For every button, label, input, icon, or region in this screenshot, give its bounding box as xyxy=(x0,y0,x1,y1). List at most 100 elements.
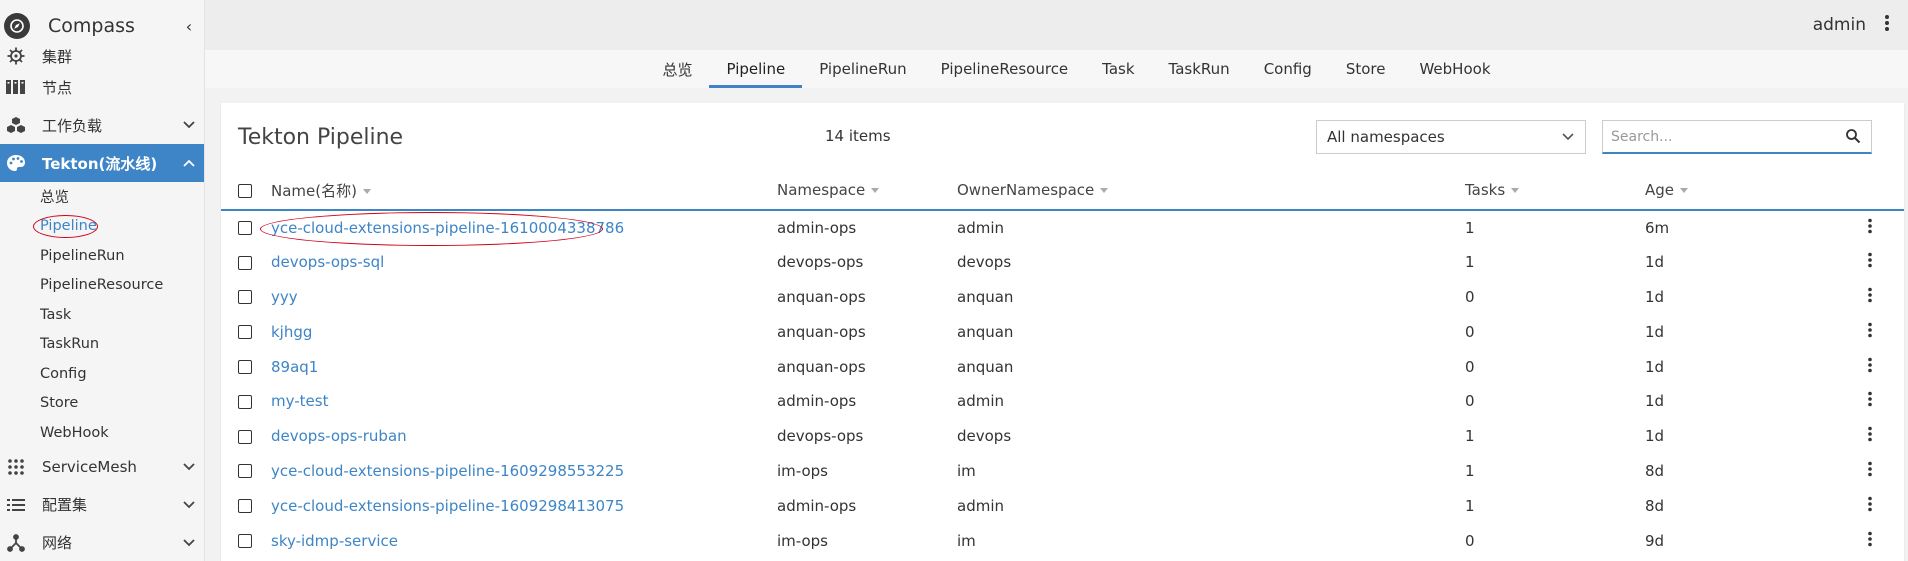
row-actions-cell xyxy=(1835,245,1904,280)
pipeline-name-link[interactable]: 89aq1 xyxy=(271,358,318,376)
column-header-ownernamespace[interactable]: OwnerNamespace xyxy=(957,171,1465,210)
tab-task[interactable]: Task xyxy=(1085,50,1151,88)
select-all-cell xyxy=(221,171,271,210)
sidebar-item-label: Tekton(流水线) xyxy=(42,154,158,173)
search-icon[interactable] xyxy=(1845,128,1861,148)
sidebar-item-cluster[interactable]: 集群 xyxy=(0,44,204,68)
owner-namespace-cell: admin xyxy=(957,392,1004,411)
column-header-label: Name(名称) xyxy=(271,181,357,200)
column-header-actions xyxy=(1835,171,1904,210)
tab-pipelinerun[interactable]: PipelineRun xyxy=(802,50,923,88)
row-checkbox[interactable] xyxy=(238,290,252,305)
pipeline-name-link[interactable]: my-test xyxy=(271,392,328,410)
namespace-cell: anquan-ops xyxy=(777,322,866,341)
row-select-cell xyxy=(221,523,271,558)
row-kebab-icon[interactable] xyxy=(1867,461,1873,481)
sidebar-item-servicemesh[interactable]: ServiceMesh xyxy=(0,448,204,486)
column-header-namespace[interactable]: Namespace xyxy=(777,171,957,210)
select-all-checkbox[interactable] xyxy=(238,183,252,198)
column-header-label: Namespace xyxy=(777,181,866,199)
row-checkbox[interactable] xyxy=(238,464,252,479)
pipeline-name-link[interactable]: devops-ops-sql xyxy=(271,253,384,271)
kebab-menu-icon[interactable] xyxy=(1884,14,1890,37)
row-kebab-icon[interactable] xyxy=(1867,252,1873,272)
search-input[interactable] xyxy=(1611,128,1831,145)
row-kebab-icon[interactable] xyxy=(1867,322,1873,342)
namespace-select[interactable]: All namespaces xyxy=(1316,120,1586,154)
age-cell: 1d xyxy=(1645,392,1665,411)
tab-taskrun[interactable]: TaskRun xyxy=(1152,50,1247,88)
collapse-sidebar-button[interactable]: ‹ xyxy=(174,17,204,36)
sidebar-item-tekton[interactable]: Tekton(流水线) xyxy=(0,144,204,182)
server-rack-icon xyxy=(4,75,28,99)
pipeline-name-link[interactable]: devops-ops-ruban xyxy=(271,427,407,445)
row-actions-cell xyxy=(1835,384,1904,419)
row-checkbox[interactable] xyxy=(238,394,252,409)
row-kebab-icon[interactable] xyxy=(1867,531,1873,551)
age-cell: 9d xyxy=(1645,531,1665,550)
row-checkbox[interactable] xyxy=(238,255,252,270)
row-kebab-icon[interactable] xyxy=(1867,218,1873,238)
column-header-tasks[interactable]: Tasks xyxy=(1465,171,1645,210)
row-checkbox[interactable] xyxy=(238,325,252,340)
table-row[interactable]: yce-cloud-extensions-pipeline-1609298553… xyxy=(221,454,1904,489)
tab-pipeline[interactable]: Pipeline xyxy=(709,50,802,88)
table-row[interactable]: my-test admin-ops admin 0 1d xyxy=(221,384,1904,419)
sidebar-item-network[interactable]: 网络 xyxy=(0,524,204,561)
row-kebab-icon[interactable] xyxy=(1867,496,1873,516)
sidebar-subitem-store[interactable]: Store xyxy=(0,389,204,419)
sidebar-item-workloads[interactable]: 工作负载 xyxy=(0,106,204,144)
tab-overview[interactable]: 总览 xyxy=(645,50,709,88)
name-cell: devops-ops-ruban xyxy=(271,419,777,454)
pipeline-name-link[interactable]: yce-cloud-extensions-pipeline-1609298413… xyxy=(271,497,624,515)
chevron-down-icon xyxy=(174,460,204,474)
row-actions-cell xyxy=(1835,419,1904,454)
sidebar-item-nodes[interactable]: 节点 xyxy=(0,68,204,106)
network-icon xyxy=(4,531,28,555)
pipeline-name-link[interactable]: kjhgg xyxy=(271,323,312,341)
pipeline-name-link[interactable]: yyy xyxy=(271,288,298,306)
tab-webhook[interactable]: WebHook xyxy=(1402,50,1507,88)
tab-config[interactable]: Config xyxy=(1247,50,1329,88)
sidebar-subitem-webhook[interactable]: WebHook xyxy=(0,418,204,448)
table-row[interactable]: yyy anquan-ops anquan 0 1d xyxy=(221,280,1904,315)
sidebar-item-label: 工作负载 xyxy=(42,116,103,135)
table-row[interactable]: devops-ops-ruban devops-ops devops 1 1d xyxy=(221,419,1904,454)
row-kebab-icon[interactable] xyxy=(1867,287,1873,307)
sidebar-item-label: 配置集 xyxy=(42,496,88,514)
row-checkbox[interactable] xyxy=(238,221,252,236)
search-box[interactable] xyxy=(1602,120,1872,154)
row-kebab-icon[interactable] xyxy=(1867,392,1873,411)
table-row[interactable]: devops-ops-sql devops-ops devops 1 1d xyxy=(221,245,1904,280)
row-checkbox[interactable] xyxy=(238,360,252,375)
table-row[interactable]: kjhgg anquan-ops anquan 0 1d xyxy=(221,314,1904,349)
tasks-cell: 0 xyxy=(1465,287,1475,306)
sidebar-subitem-pipelinerun[interactable]: PipelineRun xyxy=(0,241,204,271)
row-checkbox[interactable] xyxy=(238,499,252,514)
table-row[interactable]: 89aq1 anquan-ops anquan 0 1d xyxy=(221,349,1904,384)
sidebar-subitem-pipelineresource[interactable]: PipelineResource xyxy=(0,271,204,301)
sidebar-subitem-label: PipelineRun xyxy=(40,247,125,264)
column-header-name[interactable]: Name(名称) xyxy=(271,171,777,210)
row-select-cell xyxy=(221,280,271,315)
sidebar-subitem-pipeline[interactable]: Pipeline xyxy=(0,212,204,242)
column-header-age[interactable]: Age xyxy=(1645,171,1835,210)
tab-pipelineresource[interactable]: PipelineResource xyxy=(924,50,1086,88)
sidebar-subitem-config[interactable]: Config xyxy=(0,359,204,389)
table-row[interactable]: yce-cloud-extensions-pipeline-1609298413… xyxy=(221,488,1904,523)
sidebar-subitem-overview[interactable]: 总览 xyxy=(0,182,204,212)
tab-store[interactable]: Store xyxy=(1329,50,1403,88)
table-row[interactable]: sky-idmp-service im-ops im 0 9d xyxy=(221,523,1904,558)
row-checkbox[interactable] xyxy=(238,429,252,444)
row-checkbox[interactable] xyxy=(238,534,252,549)
sidebar-subitem-label: Task xyxy=(40,306,72,323)
row-kebab-icon[interactable] xyxy=(1867,357,1873,377)
sidebar-subitem-task[interactable]: Task xyxy=(0,300,204,330)
row-kebab-icon[interactable] xyxy=(1867,426,1873,446)
pipeline-name-link[interactable]: yce-cloud-extensions-pipeline-1609298553… xyxy=(271,462,624,480)
sidebar-item-configsets[interactable]: 配置集 xyxy=(0,486,204,524)
sidebar-subitem-label: TaskRun xyxy=(40,336,100,353)
pipeline-name-link[interactable]: sky-idmp-service xyxy=(271,532,398,550)
user-menu-name[interactable]: admin xyxy=(1813,15,1866,35)
sidebar-subitem-taskrun[interactable]: TaskRun xyxy=(0,330,204,360)
